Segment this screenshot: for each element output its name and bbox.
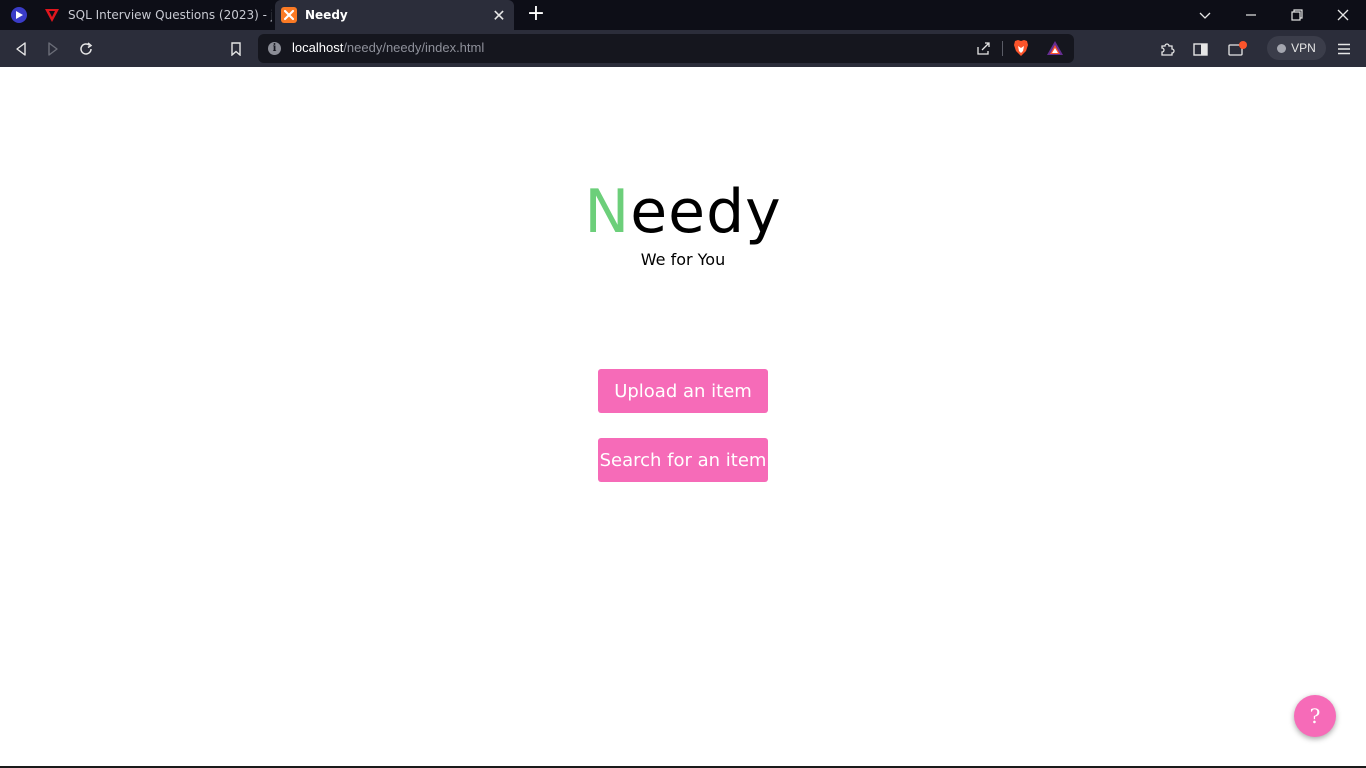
forward-arrow-icon (48, 42, 58, 56)
bookmark-icon (231, 42, 241, 56)
share-button[interactable] (971, 36, 995, 60)
brave-lion-icon (1014, 40, 1028, 56)
wallet-button[interactable] (1226, 37, 1250, 61)
new-tab-button[interactable]: + (524, 3, 548, 27)
minimize-icon (1246, 14, 1256, 16)
back-button[interactable] (9, 37, 33, 61)
brand-rest: eedy (630, 177, 782, 247)
url-text[interactable]: localhost/needy/needy/index.html (292, 40, 484, 55)
restore-icon (1291, 9, 1303, 21)
puzzle-icon (1161, 43, 1175, 56)
back-arrow-icon (16, 42, 26, 56)
brave-rewards-button[interactable] (1043, 36, 1067, 60)
wallet-icon (1228, 41, 1247, 56)
hamburger-menu-icon (1338, 43, 1350, 55)
rewards-triangle-icon (1047, 41, 1063, 55)
browser-logo-icon[interactable] (10, 6, 28, 24)
sidebar-button[interactable] (1188, 37, 1212, 61)
browser-toolbar: i localhost/needy/needy/index.html VPN (0, 30, 1366, 67)
reload-icon (80, 42, 93, 55)
vpn-label: VPN (1291, 41, 1316, 55)
brave-shields-button[interactable] (1009, 36, 1033, 60)
xampp-icon (281, 7, 297, 23)
close-window-button[interactable] (1320, 0, 1366, 30)
share-icon (976, 41, 990, 55)
tab-sql-interview[interactable]: SQL Interview Questions (2023) - javat (38, 0, 272, 30)
upload-item-button[interactable]: Upload an item (598, 369, 768, 413)
brand-logo: Needy (0, 177, 1366, 247)
search-item-button[interactable]: Search for an item (598, 438, 768, 482)
brand-first-letter: N (584, 177, 631, 247)
restore-button[interactable] (1274, 0, 1320, 30)
page-content: Needy We for You Upload an item Search f… (0, 67, 1366, 766)
sidebar-icon (1192, 42, 1208, 56)
close-icon (1337, 9, 1349, 21)
tab-close-button[interactable]: ✕ (488, 6, 510, 25)
url-divider (1002, 41, 1003, 56)
site-info-icon[interactable]: i (268, 42, 281, 55)
tab-search-button[interactable] (1182, 0, 1228, 30)
vpn-status-icon (1277, 43, 1287, 53)
bookmark-button[interactable] (224, 37, 248, 61)
vpn-button[interactable]: VPN (1267, 36, 1326, 60)
forward-button[interactable] (41, 37, 65, 61)
tagline: We for You (640, 250, 726, 269)
red-v-icon (45, 9, 59, 22)
url-path: /needy/needy/index.html (343, 40, 485, 55)
browser-titlebar: SQL Interview Questions (2023) - javat N… (0, 0, 1366, 30)
minimize-button[interactable] (1228, 0, 1274, 30)
tab-needy[interactable]: Needy ✕ (275, 0, 514, 30)
chevron-down-icon (1199, 12, 1211, 19)
menu-button[interactable] (1332, 37, 1356, 61)
help-button[interactable]: ? (1294, 695, 1336, 737)
extensions-button[interactable] (1155, 37, 1179, 61)
address-bar[interactable]: i localhost/needy/needy/index.html (258, 34, 1074, 63)
tab-title: Needy (305, 8, 348, 22)
url-host: localhost (292, 40, 344, 55)
tab-title: SQL Interview Questions (2023) - javat (68, 8, 272, 22)
reload-button[interactable] (74, 37, 98, 61)
